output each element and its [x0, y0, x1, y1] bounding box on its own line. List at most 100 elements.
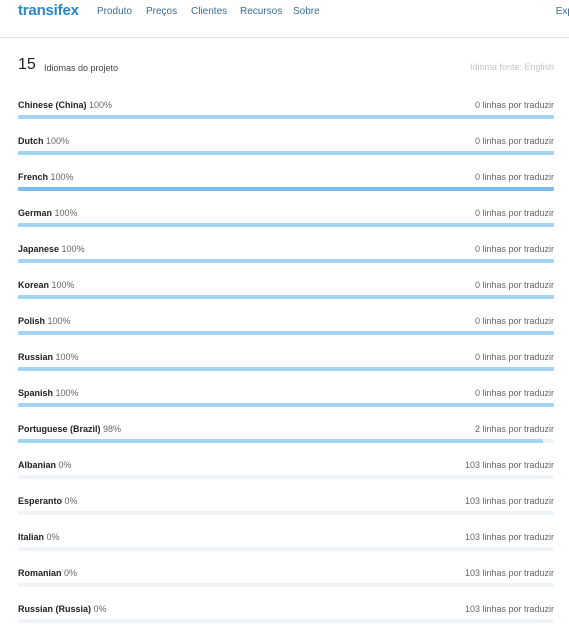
language-percent: 0%	[64, 496, 78, 506]
language-count-label: Idiomas do projeto	[44, 63, 119, 73]
progress-bar	[18, 439, 554, 443]
remaining-strings: 0 linhas por traduzir	[474, 280, 554, 290]
language-row[interactable]: Romanian 0% 103 linhas por traduzir	[18, 568, 554, 592]
language-row[interactable]: Dutch 100% 0 linhas por traduzir	[18, 136, 554, 160]
language-percent: 100%	[54, 208, 78, 218]
language-row[interactable]: Russian 100% 0 linhas por traduzir	[18, 352, 554, 376]
language-row[interactable]: Albanian 0% 103 linhas por traduzir	[18, 460, 554, 484]
nav-item-explore[interactable]: Exp	[556, 6, 569, 17]
language-percent: 100%	[50, 172, 74, 182]
remaining-strings: 103 linhas por traduzir	[464, 532, 554, 542]
language-row[interactable]: Korean 100% 0 linhas por traduzir	[18, 280, 554, 304]
progress-bar	[18, 583, 554, 587]
language-label: Spanish	[18, 388, 54, 398]
language-name[interactable]: Albanian 0%	[18, 460, 72, 470]
language-name[interactable]: Russian 100%	[18, 352, 79, 362]
remaining-strings: 103 linhas por traduzir	[464, 568, 554, 578]
nav-item-sobre[interactable]: Sobre	[293, 6, 320, 17]
language-name[interactable]: French 100%	[18, 172, 74, 182]
remaining-strings: 103 linhas por traduzir	[464, 496, 554, 506]
progress-bar	[18, 151, 554, 155]
language-name[interactable]: Polish 100%	[18, 316, 71, 326]
language-label: Russian	[18, 352, 54, 362]
language-row[interactable]: French 100% 0 linhas por traduzir	[18, 172, 554, 196]
source-language: Idioma fonte: English	[469, 62, 554, 72]
language-name[interactable]: Italian 0%	[18, 532, 60, 542]
language-name[interactable]: Romanian 0%	[18, 568, 77, 578]
language-percent: 100%	[51, 280, 75, 290]
progress-bar	[18, 547, 554, 551]
language-name[interactable]: Chinese (China) 100%	[18, 100, 112, 110]
language-percent: 100%	[55, 388, 79, 398]
progress-bar-fill	[18, 115, 554, 119]
language-name[interactable]: Portuguese (Brazil) 98%	[18, 424, 121, 434]
progress-bar-fill	[18, 367, 554, 371]
language-row[interactable]: Portuguese (Brazil) 98% 2 linhas por trad…	[18, 424, 554, 448]
progress-bar-fill	[18, 439, 544, 443]
language-label: Korean	[18, 280, 50, 290]
language-percent: 100%	[46, 136, 70, 146]
progress-bar	[18, 367, 554, 371]
language-percent: 0%	[64, 568, 78, 578]
progress-bar-fill	[18, 223, 554, 227]
progress-bar-fill	[18, 151, 554, 155]
nav-item-recursos[interactable]: Recursos	[240, 6, 282, 17]
transifex-logo[interactable]: transifex	[18, 2, 79, 19]
language-label: Russian (Russia)	[18, 604, 92, 614]
language-row[interactable]: Italian 0% 103 linhas por traduzir	[18, 532, 554, 556]
progress-bar-fill	[18, 187, 554, 191]
language-row[interactable]: Polish 100% 0 linhas por traduzir	[18, 316, 554, 340]
language-percent: 0%	[93, 604, 107, 614]
language-percent: 100%	[55, 352, 79, 362]
language-label: French	[18, 172, 49, 182]
progress-bar-fill	[18, 259, 554, 263]
language-label: Polish	[18, 316, 46, 326]
progress-bar	[18, 187, 554, 191]
language-label: German	[18, 208, 53, 218]
language-percent: 100%	[61, 244, 85, 254]
language-row[interactable]: Japanese 100% 0 linhas por traduzir	[18, 244, 554, 268]
language-row[interactable]: German 100% 0 linhas por traduzir	[18, 208, 554, 232]
language-label: Chinese (China)	[18, 100, 87, 110]
language-label: Italian	[18, 532, 45, 542]
language-label: Esperanto	[18, 496, 63, 506]
language-row[interactable]: Esperanto 0% 103 linhas por traduzir	[18, 496, 554, 520]
progress-bar-fill	[18, 295, 554, 299]
language-percent: 98%	[103, 424, 122, 434]
languages-header: 15 Idiomas do projeto Idioma fonte: Engl…	[18, 56, 554, 76]
language-name[interactable]: Spanish 100%	[18, 388, 79, 398]
language-label: Dutch	[18, 136, 44, 146]
language-name[interactable]: Japanese 100%	[18, 244, 85, 254]
progress-bar-fill	[18, 403, 554, 407]
language-name[interactable]: Esperanto 0%	[18, 496, 78, 506]
remaining-strings: 103 linhas por traduzir	[464, 460, 554, 470]
progress-bar	[18, 115, 554, 119]
progress-bar	[18, 403, 554, 407]
language-row[interactable]: Spanish 100% 0 linhas por traduzir	[18, 388, 554, 412]
language-name[interactable]: German 100%	[18, 208, 78, 218]
remaining-strings: 0 linhas por traduzir	[474, 352, 554, 362]
progress-bar	[18, 223, 554, 227]
nav-item-precos[interactable]: Preços	[146, 6, 177, 17]
nav-item-produto[interactable]: Produto	[97, 6, 132, 17]
remaining-strings: 2 linhas por traduzir	[474, 424, 554, 434]
language-label: Romanian	[18, 568, 62, 578]
remaining-strings: 0 linhas por traduzir	[474, 316, 554, 326]
language-name[interactable]: Korean 100%	[18, 280, 75, 290]
language-label: Albanian	[18, 460, 57, 470]
language-row[interactable]: Chinese (China) 100% 0 linhas por traduzi…	[18, 100, 554, 124]
remaining-strings: 0 linhas por traduzir	[474, 208, 554, 218]
language-row[interactable]: Russian (Russia) 0% 103 linhas por traduz…	[18, 604, 554, 628]
language-percent: 100%	[47, 316, 71, 326]
progress-bar	[18, 619, 554, 623]
language-name[interactable]: Russian (Russia) 0%	[18, 604, 107, 614]
remaining-strings: 0 linhas por traduzir	[474, 172, 554, 182]
language-count: 15	[18, 56, 36, 73]
nav-item-clientes[interactable]: Clientes	[191, 6, 227, 17]
progress-bar	[18, 259, 554, 263]
progress-bar	[18, 475, 554, 479]
header-divider	[0, 37, 569, 38]
remaining-strings: 0 linhas por traduzir	[474, 136, 554, 146]
language-name[interactable]: Dutch 100%	[18, 136, 69, 146]
remaining-strings: 0 linhas por traduzir	[474, 100, 554, 110]
